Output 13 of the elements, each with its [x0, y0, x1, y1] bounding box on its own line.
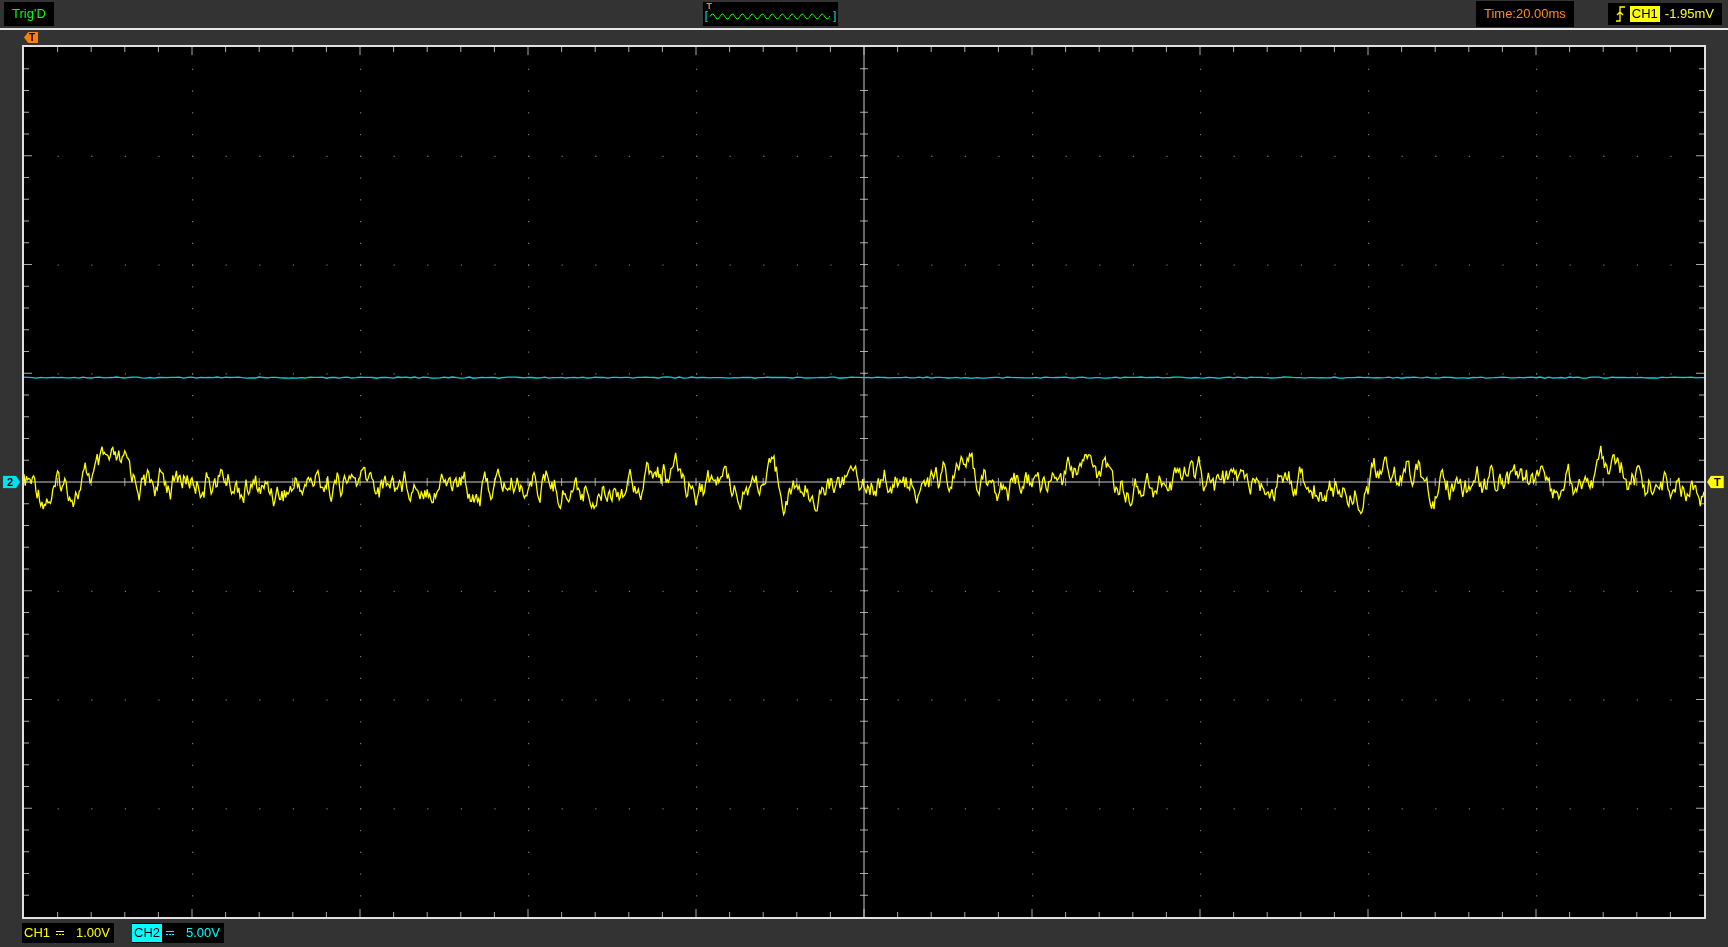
trigger-source: CH1	[1629, 6, 1660, 22]
trigger-level-marker: T	[1707, 475, 1724, 489]
volts-per-division: 5.00V	[186, 924, 220, 943]
timebase-readout: Time:20.00ms	[1475, 1, 1574, 27]
channel-name: CH2	[132, 924, 162, 942]
trigger-status: Trig'D	[4, 2, 54, 26]
rising-edge-icon	[1615, 6, 1625, 22]
trigger-position-marker: T	[24, 32, 39, 43]
channel-name: CH1	[23, 924, 51, 942]
trigger-marker: T	[706, 2, 712, 11]
volts-per-division: 1.00V	[76, 924, 110, 943]
trigger-level-reading: -1.95mV	[1664, 5, 1714, 24]
channel-marker: 2	[3, 475, 21, 489]
